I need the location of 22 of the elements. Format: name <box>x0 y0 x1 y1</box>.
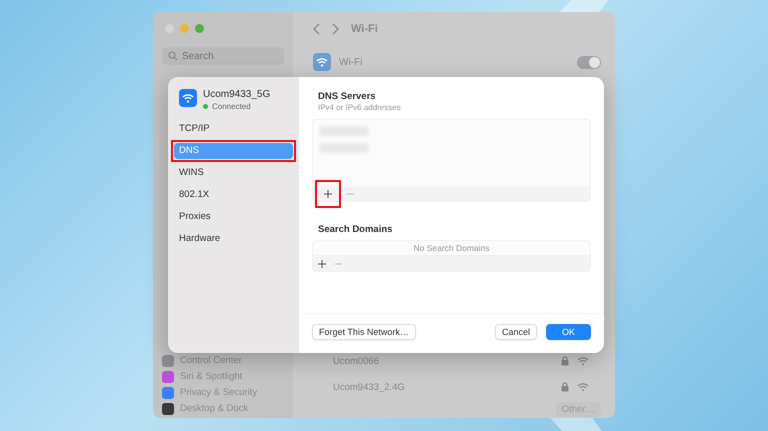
nav-item[interactable]: 802.1X <box>174 187 293 203</box>
nav-item[interactable]: WINS <box>174 165 293 181</box>
network-name[interactable]: Ucom9433_2.4G <box>333 382 553 392</box>
network-name: Ucom9433_5G <box>203 89 270 100</box>
nav-item[interactable]: Proxies <box>174 209 293 225</box>
sidebar-item[interactable]: Siri & Spotlight <box>162 370 284 383</box>
nav-item[interactable]: TCP/IP <box>174 121 293 137</box>
cancel-button[interactable]: Cancel <box>494 324 537 340</box>
nav-item[interactable]: DNS <box>174 143 293 159</box>
network-name[interactable]: Ucom0066 <box>333 356 553 366</box>
forget-network-button[interactable]: Forget This Network… <box>312 324 416 340</box>
section-title: DNS Servers <box>317 91 377 102</box>
wifi-label: Wi-Fi <box>339 56 364 68</box>
section-subtitle: IPv4 or IPv6 addresses <box>317 103 402 112</box>
sidebar-item[interactable]: Desktop & Dock <box>162 402 284 415</box>
sidebar-item[interactable]: Privacy & Security <box>162 386 284 399</box>
section-title: Search Domains <box>317 224 394 235</box>
nav-item[interactable]: Hardware <box>174 231 293 247</box>
window-title: Wi-Fi <box>351 23 378 35</box>
connection-status: Connected <box>212 102 251 111</box>
search-field[interactable]: Search <box>162 47 284 65</box>
ok-button[interactable]: OK <box>546 324 591 340</box>
